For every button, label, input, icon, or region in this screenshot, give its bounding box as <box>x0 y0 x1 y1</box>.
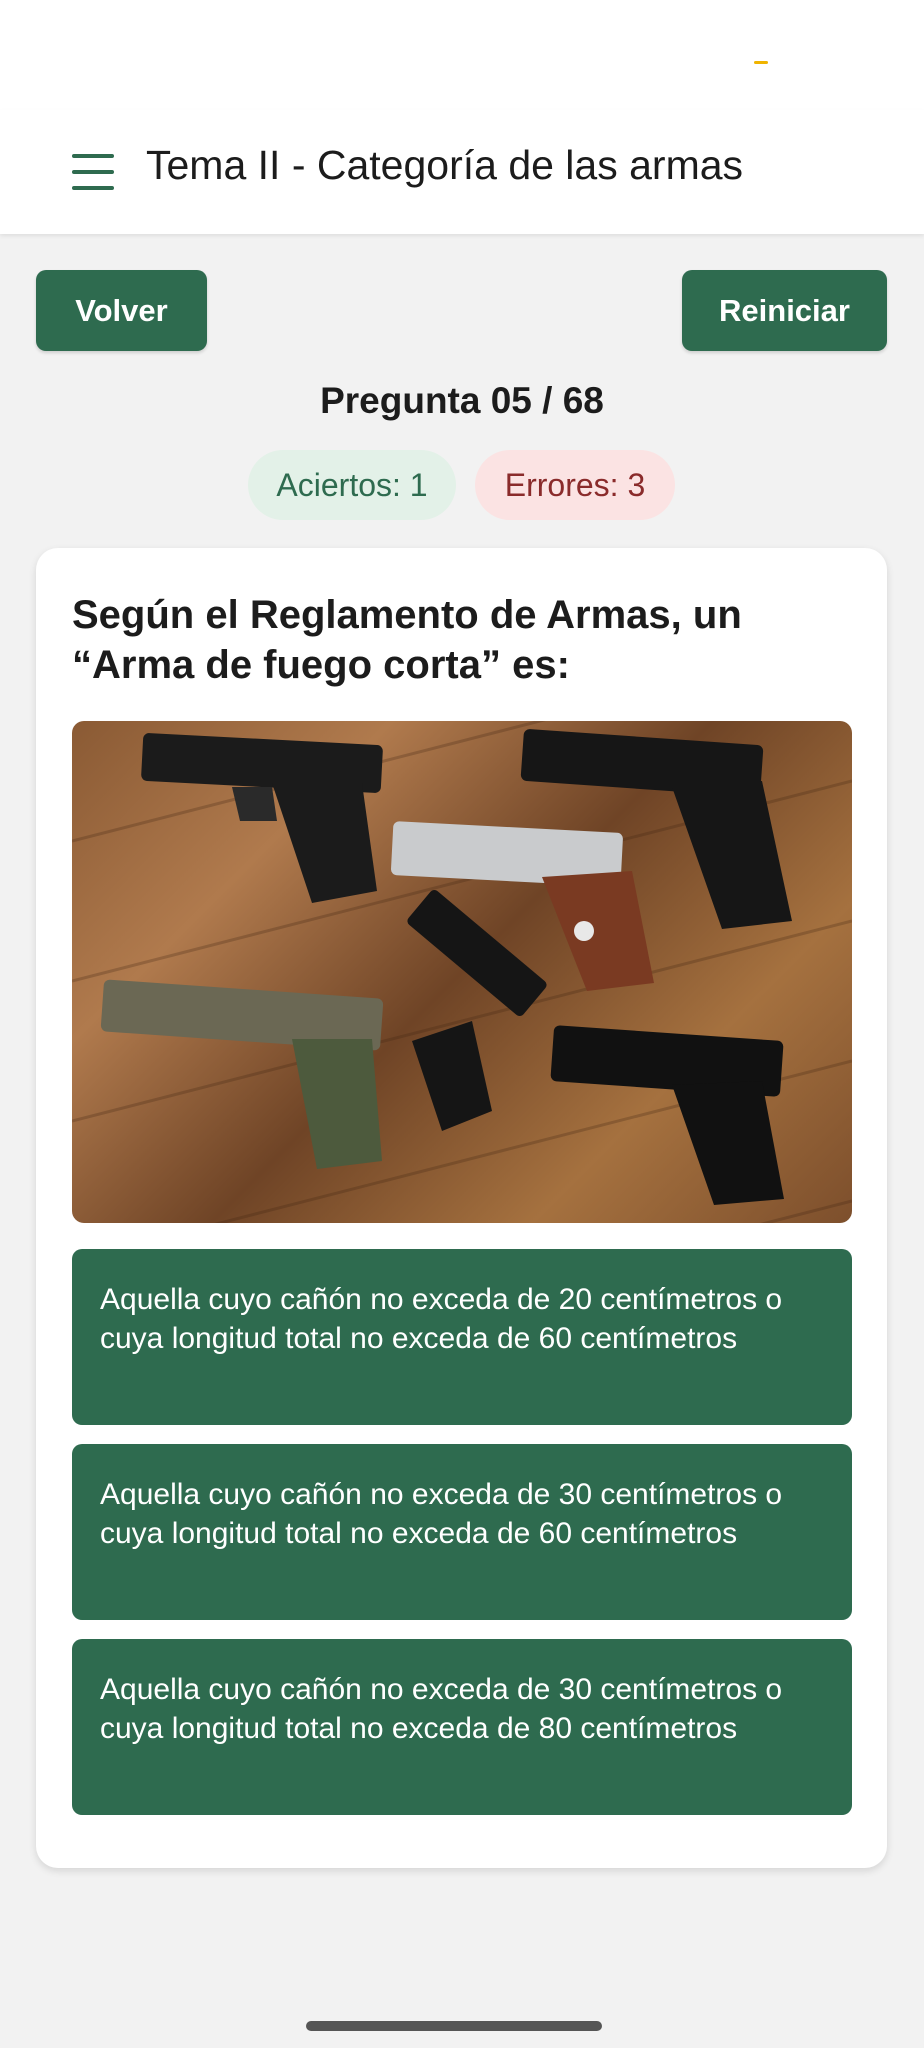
pistol-icon <box>141 733 383 903</box>
answer-option[interactable]: Aquella cuyo cañón no exceda de 30 centí… <box>72 1639 852 1815</box>
pistol-icon <box>407 889 547 1131</box>
back-button[interactable]: Volver <box>36 270 207 351</box>
question-counter: Pregunta 05 / 68 <box>320 380 604 421</box>
pistol-icon <box>100 979 384 1169</box>
status-indicator <box>754 61 768 64</box>
home-indicator[interactable] <box>306 2021 602 2031</box>
page-title: Tema II - Categoría de las armas <box>146 142 744 188</box>
restart-button[interactable]: Reiniciar <box>682 270 887 351</box>
answer-option[interactable]: Aquella cuyo cañón no exceda de 30 centí… <box>72 1444 852 1620</box>
answer-option[interactable]: Aquella cuyo cañón no exceda de 20 centí… <box>72 1249 852 1425</box>
pistol-icon <box>550 1025 784 1205</box>
errors-count-badge: Errores: 3 <box>475 450 675 520</box>
status-bar <box>0 0 924 110</box>
handguns-illustration <box>72 721 852 1223</box>
question-text: Según el Reglamento de Armas, un “Arma d… <box>72 593 742 687</box>
handguns-photo <box>72 721 852 1223</box>
hamburger-menu-icon[interactable] <box>72 150 116 194</box>
question-card: Según el Reglamento de Armas, un “Arma d… <box>36 548 887 1868</box>
app-header: Tema II - Categoría de las armas <box>0 110 924 234</box>
correct-count-badge: Aciertos: 1 <box>248 450 456 520</box>
